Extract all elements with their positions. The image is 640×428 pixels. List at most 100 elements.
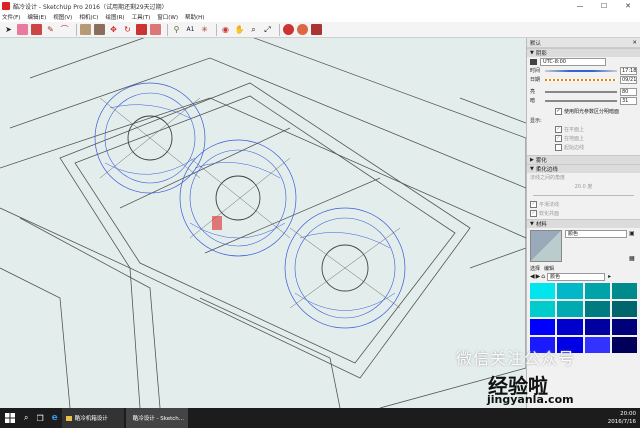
soften-coplanar-label: 软化共面 xyxy=(539,211,560,217)
tab-edit[interactable]: 编辑 xyxy=(544,265,554,272)
time-slider[interactable] xyxy=(545,69,617,72)
tab-select[interactable]: 选择 xyxy=(530,265,540,272)
display-label: 显示: xyxy=(530,118,542,124)
move-icon[interactable]: ✥ xyxy=(108,24,119,35)
main-toolbar: ➤ ✎ ⌒ ✥ ↻ ⚲ A1 ✳ ◉ ✋ ⌕ ⤢ xyxy=(0,22,640,38)
color-swatch[interactable] xyxy=(557,283,583,299)
text-icon[interactable]: A1 xyxy=(185,24,196,35)
default-material-icon[interactable]: ▦ xyxy=(629,255,637,262)
color-swatch[interactable] xyxy=(584,283,610,299)
library-select[interactable]: 颜色 xyxy=(547,272,606,281)
arc-icon[interactable]: ⌒ xyxy=(59,24,70,35)
menu-edit[interactable]: 编辑(E) xyxy=(27,13,46,21)
details-icon[interactable]: ▸ xyxy=(608,273,611,280)
dark-field[interactable]: 31 xyxy=(620,96,637,105)
home-icon[interactable]: ⌂ xyxy=(541,273,545,280)
orbit-icon[interactable]: ◉ xyxy=(220,24,231,35)
rectangle-icon[interactable] xyxy=(80,24,91,35)
paint-bucket-icon[interactable] xyxy=(31,24,42,35)
soften-section-header[interactable]: ▼ 柔化边线 xyxy=(527,164,640,173)
date-slider[interactable] xyxy=(545,78,617,81)
close-button[interactable]: ✕ xyxy=(616,0,640,12)
zoom-extents-icon[interactable]: ⤢ xyxy=(262,24,273,35)
color-swatch[interactable] xyxy=(530,283,556,299)
menu-file[interactable]: 文件(F) xyxy=(2,13,20,21)
maximize-button[interactable]: ☐ xyxy=(592,0,616,12)
shadow-toggle-icon[interactable] xyxy=(530,58,537,65)
window-title: 酷冷设计 - SketchUp Pro 2016（试用期还剩29天过期） xyxy=(13,3,168,11)
smooth-normals-checkbox[interactable]: ✓ xyxy=(530,201,537,208)
menu-view[interactable]: 视图(V) xyxy=(53,13,72,21)
offset-icon[interactable] xyxy=(150,24,161,35)
eraser-icon[interactable] xyxy=(17,24,28,35)
model-viewport[interactable] xyxy=(0,38,526,408)
minimize-button[interactable]: — xyxy=(568,0,592,12)
on-ground-checkbox[interactable]: ✓ xyxy=(555,135,562,142)
menu-camera[interactable]: 相机(C) xyxy=(79,13,98,21)
soften-coplanar-checkbox[interactable]: ✓ xyxy=(530,210,537,217)
use-sun-checkbox[interactable]: ✓ xyxy=(555,108,562,115)
tape-measure-icon[interactable]: ⚲ xyxy=(171,24,182,35)
folder-icon xyxy=(65,415,72,421)
dark-slider[interactable] xyxy=(545,99,617,102)
on-faces-checkbox[interactable]: ✓ xyxy=(555,126,562,133)
color-swatch[interactable] xyxy=(584,319,610,335)
material-name-field[interactable]: 颜色 xyxy=(565,230,627,238)
scale-icon[interactable] xyxy=(136,24,147,35)
smooth-normals-row: ✓ 平滑法线 xyxy=(527,200,640,209)
taskbar-clock[interactable]: 20:00 2016/7/16 xyxy=(608,410,636,426)
color-swatch[interactable] xyxy=(584,337,610,353)
back-icon[interactable]: ◀ xyxy=(530,273,535,280)
date-field[interactable]: 09/21 xyxy=(620,75,637,84)
zoom-icon[interactable]: ⌕ xyxy=(248,24,259,35)
color-swatch[interactable] xyxy=(611,337,637,353)
color-swatch[interactable] xyxy=(611,283,637,299)
fog-section-header[interactable]: ▶ 雾化 xyxy=(527,155,640,164)
material-swatch-preview[interactable] xyxy=(530,230,562,262)
model-drawing xyxy=(0,38,526,408)
pencil-icon[interactable]: ✎ xyxy=(45,24,56,35)
axes-icon[interactable]: ✳ xyxy=(199,24,210,35)
warehouse-icon[interactable] xyxy=(283,24,294,35)
task-view-icon[interactable]: ❐ xyxy=(32,408,47,428)
time-field[interactable]: 17:18 xyxy=(620,66,637,75)
taskbar-item-folder[interactable]: 酷冷机箱设计 xyxy=(61,408,124,428)
light-field[interactable]: 80 xyxy=(620,87,637,96)
create-material-icon[interactable]: ▣ xyxy=(629,230,637,237)
forward-icon[interactable]: ▶ xyxy=(536,273,541,280)
display-row: 显示: xyxy=(527,116,640,125)
pan-icon[interactable]: ✋ xyxy=(234,24,245,35)
menu-window[interactable]: 窗口(W) xyxy=(157,13,178,21)
menu-help[interactable]: 帮助(H) xyxy=(185,13,204,21)
windows-start-icon[interactable] xyxy=(0,408,20,428)
from-edges-checkbox[interactable] xyxy=(555,144,562,151)
normal-angle-label: 法线之间的角度 xyxy=(530,175,566,181)
search-icon[interactable]: ⌕ xyxy=(20,408,32,428)
color-swatch[interactable] xyxy=(530,319,556,335)
menu-draw[interactable]: 绘图(R) xyxy=(105,13,124,21)
collapse-arrow-icon: ▼ xyxy=(530,166,534,172)
rotate-icon[interactable]: ↻ xyxy=(122,24,133,35)
on-faces-row: ✓ 在平面上 xyxy=(527,125,640,134)
select-arrow-icon[interactable]: ➤ xyxy=(3,24,14,35)
menu-tools[interactable]: 工具(T) xyxy=(132,13,151,21)
edge-browser-icon[interactable]: e xyxy=(48,408,62,428)
push-pull-icon[interactable] xyxy=(94,24,105,35)
light-slider[interactable] xyxy=(545,90,617,93)
color-swatch[interactable] xyxy=(611,319,637,335)
on-ground-row: ✓ 在地面上 xyxy=(527,134,640,143)
color-swatch[interactable] xyxy=(557,301,583,317)
materials-header-label: 材料 xyxy=(535,222,547,228)
color-swatch[interactable] xyxy=(611,301,637,317)
color-swatch[interactable] xyxy=(557,319,583,335)
extension-icon[interactable] xyxy=(297,24,308,35)
taskbar-item-sketchup[interactable]: 酷冷设计 - Sketch... xyxy=(125,408,188,428)
layout-icon[interactable] xyxy=(311,24,322,35)
tray-close-icon[interactable]: ✕ xyxy=(632,40,637,46)
materials-section-header[interactable]: ▼ 材料 xyxy=(527,219,640,228)
timezone-select[interactable]: UTC-8:00 xyxy=(540,57,606,66)
angle-slider[interactable] xyxy=(533,195,634,196)
shadows-section-header[interactable]: ▼ 阴影 xyxy=(527,48,640,57)
color-swatch[interactable] xyxy=(584,301,610,317)
color-swatch[interactable] xyxy=(530,301,556,317)
